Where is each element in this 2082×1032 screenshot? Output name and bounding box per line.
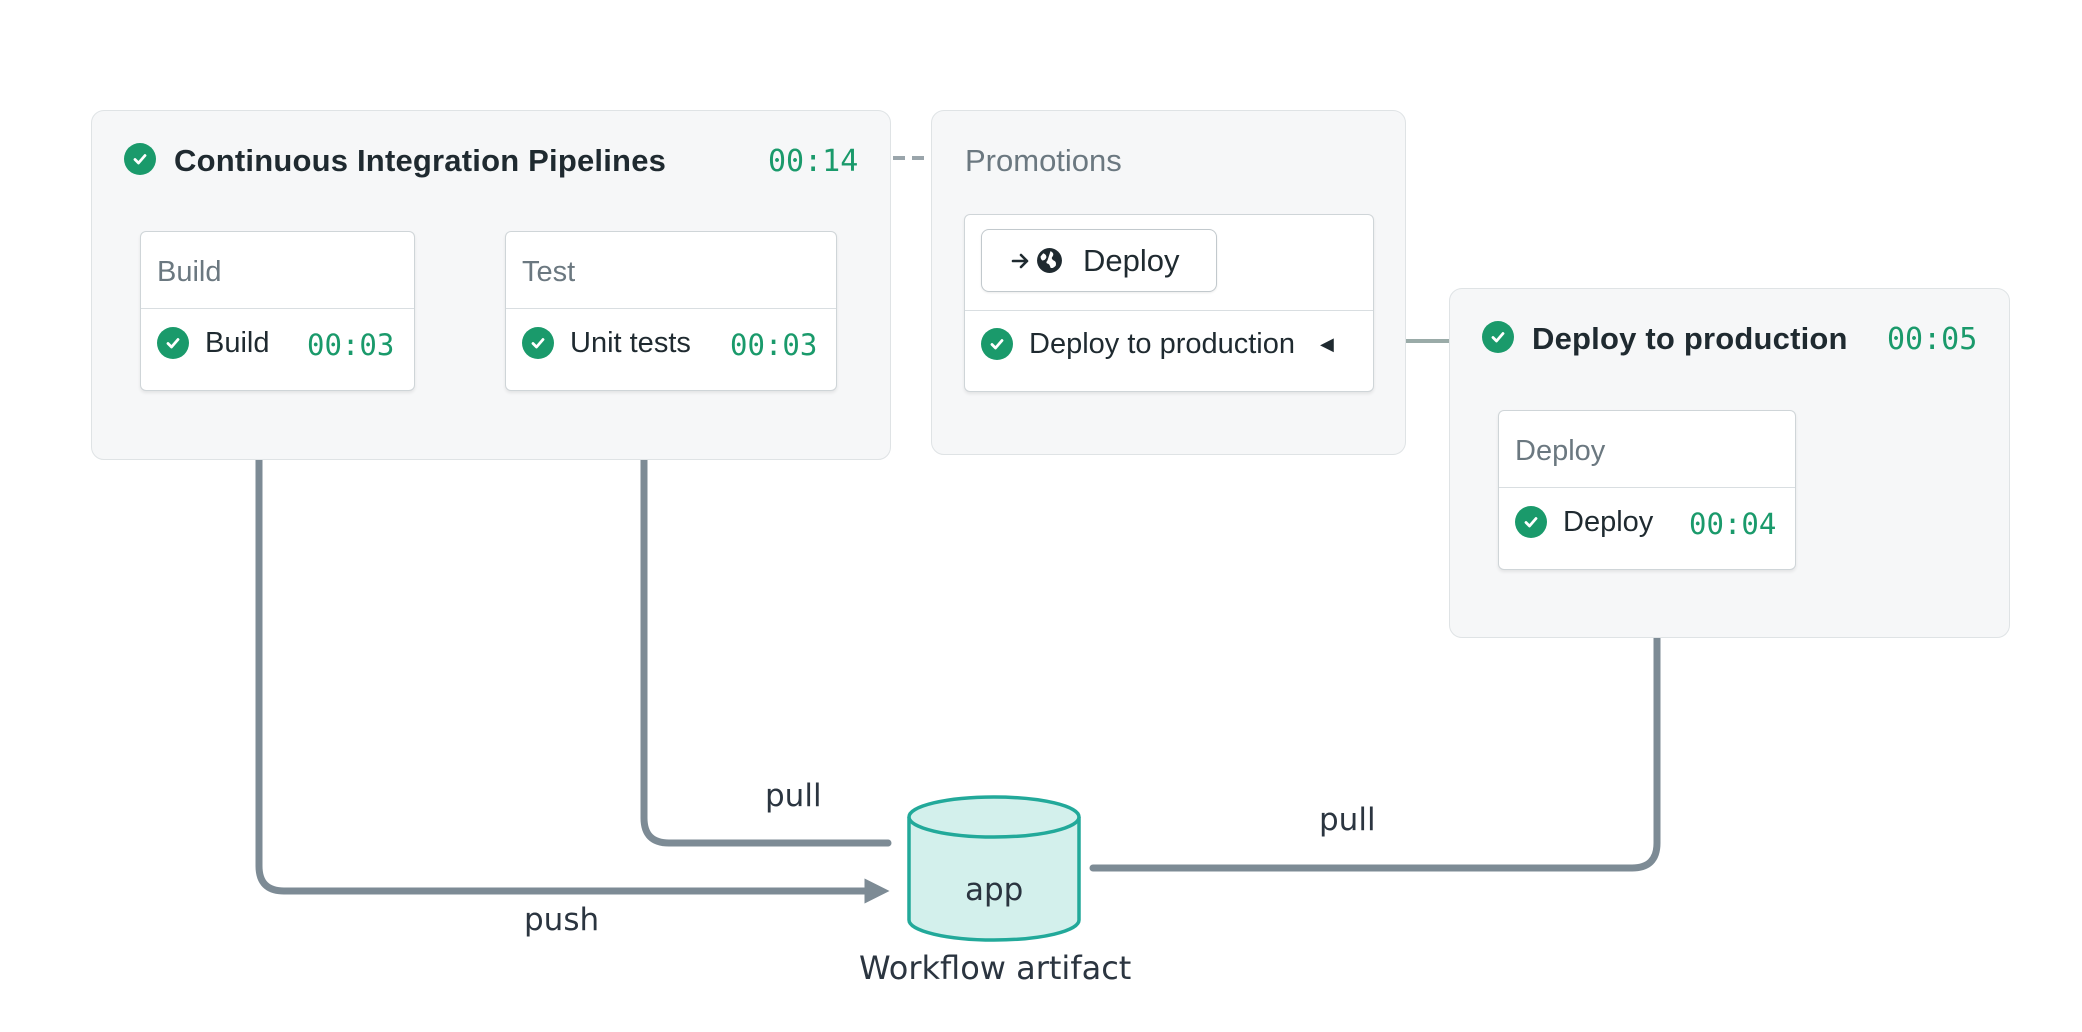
ci-pipeline-panel: Continuous Integration Pipelines 00:14 B…	[91, 110, 891, 460]
job-duration: 00:04	[1689, 507, 1777, 541]
check-circle-icon	[1482, 321, 1514, 353]
deploy-button-label: Deploy	[1083, 242, 1180, 278]
divider	[965, 310, 1373, 311]
check-circle-icon	[157, 327, 189, 359]
block-name: Test	[522, 256, 576, 288]
ci-pipeline-duration: 00:14	[768, 144, 859, 179]
check-circle-icon	[1515, 506, 1547, 538]
deploy-pipeline-title[interactable]: Deploy to production	[1532, 321, 1848, 357]
block-header: Deploy	[1499, 411, 1795, 488]
deploy-promote-button[interactable]: Deploy	[981, 229, 1217, 292]
promotion-item[interactable]: Deploy to production ◀	[965, 312, 1373, 392]
deploy-block[interactable]: Deploy Deploy 00:04	[1498, 410, 1796, 570]
deploy-pipeline-panel: Deploy to production 00:05 Deploy Deploy…	[1449, 288, 2010, 638]
job-duration: 00:03	[307, 328, 395, 362]
ci-pipeline-title[interactable]: Continuous Integration Pipelines	[174, 143, 666, 179]
promotion-block: Deploy Deploy to production ◀	[964, 214, 1374, 392]
block-header: Build	[141, 232, 414, 309]
deploy-pipeline-duration: 00:05	[1887, 322, 1978, 357]
promotions-panel: Promotions Deploy Deploy to production ◀	[931, 110, 1406, 455]
build-block[interactable]: Build Build 00:03	[140, 231, 415, 391]
check-circle-icon	[124, 143, 156, 175]
job-name[interactable]: Deploy	[1563, 506, 1653, 539]
check-circle-icon	[981, 328, 1013, 360]
caret-left-icon: ◀	[1320, 334, 1334, 355]
block-name: Deploy	[1515, 435, 1606, 467]
push-label: push	[524, 902, 600, 938]
globe-icon	[1037, 248, 1062, 273]
promotion-name: Deploy to production	[1029, 328, 1295, 360]
job-duration: 00:03	[730, 328, 818, 362]
pull-test-label: pull	[765, 778, 822, 814]
artifact-name: app	[965, 872, 1024, 908]
artifact-caption: Workflow artifact	[859, 949, 1132, 987]
block-name: Build	[157, 256, 222, 288]
promotions-title: Promotions	[965, 143, 1122, 178]
test-block[interactable]: Test Unit tests 00:03	[505, 231, 837, 391]
artifact-cylinder-icon	[907, 795, 1081, 942]
job-name[interactable]: Build	[205, 327, 270, 360]
job-name[interactable]: Unit tests	[570, 327, 691, 360]
arrow-right-icon	[1011, 253, 1029, 268]
push-arrow	[255, 404, 890, 904]
block-header: Test	[506, 232, 836, 309]
pull-deploy-label: pull	[1319, 802, 1376, 838]
check-circle-icon	[522, 327, 554, 359]
